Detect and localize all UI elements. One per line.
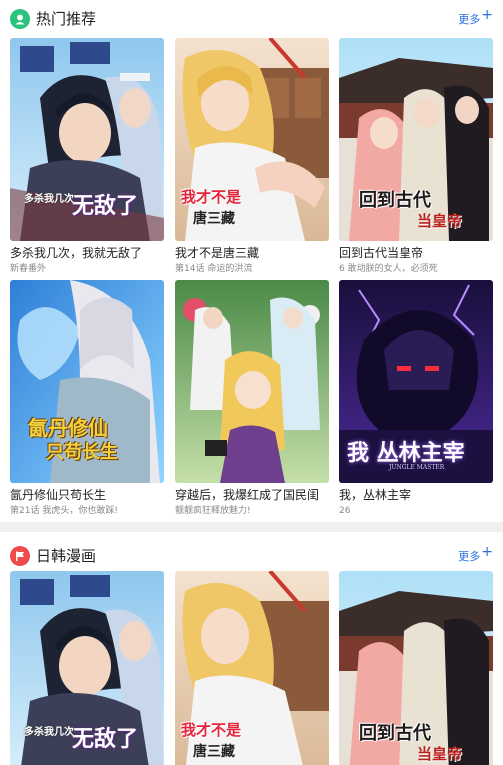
comic-title[interactable]: 我，丛林主宰 [339, 487, 499, 503]
japan-korea-icon [10, 546, 30, 566]
plus-icon: + [481, 7, 493, 23]
comic-latest-chapter: 6 敢动朕的女人，必须死 [339, 264, 438, 274]
comic-cover[interactable]: 无敌了 多杀我几次 [10, 571, 164, 765]
cover-subtitle: 唐三藏 [193, 211, 235, 227]
cover-subtitle: JUNGLE MASTER [389, 464, 445, 471]
cover-subtitle: 唐三藏 [193, 744, 235, 760]
cover-title: 我 丛林主宰 [347, 440, 465, 466]
section-title: 热门推荐 [36, 10, 97, 28]
cover-subtitle: 当皇帝 [417, 212, 463, 230]
comic-cover[interactable]: 我才不是 唐三藏 [175, 571, 329, 765]
cover-title: 无敌了 [72, 193, 139, 219]
cover-subtitle: 多杀我几次 [24, 727, 74, 738]
comic-title[interactable]: 多杀我几次，我就无敌了 [10, 245, 170, 261]
section-title: 日韩漫画 [36, 547, 97, 565]
comic-cover[interactable]: 我 丛林主宰 JUNGLE MASTER [339, 280, 493, 483]
cover-title: 回到古代 [359, 190, 431, 211]
comic-cover[interactable]: 回到古代 当皇帝 [339, 571, 493, 765]
comic-title[interactable]: 氤丹修仙只苟长生 [10, 487, 170, 503]
more-label: 更多 [458, 13, 481, 26]
comic-latest-chapter: 第21话 我虎头，你也敢踩! [10, 506, 118, 516]
comic-title[interactable]: 我才不是唐三藏 [175, 245, 335, 261]
comic-latest-chapter: 新春番外 [10, 264, 47, 274]
comic-title[interactable]: 穿越后，我爆红成了国民闺 [175, 487, 335, 503]
cover-title: 我才不是 [181, 721, 242, 739]
comic-cover[interactable] [175, 280, 329, 483]
plus-icon: + [481, 544, 493, 560]
comic-title[interactable]: 回到古代当皇帝 [339, 245, 499, 261]
hot-recommend-section: 热门推荐 更多+ 无敌了 多杀我几次 多杀我几次，我就无敌了 新春番外 我才不是… [0, 0, 503, 522]
cover-subtitle: 只苟长生 [46, 442, 118, 463]
more-label: 更多 [458, 550, 481, 563]
hot-recommend-icon [10, 9, 30, 29]
more-link[interactable]: 更多+ [458, 544, 493, 565]
japan-korea-comics-section: 日韩漫画 更多+ 无敌了 多杀我几次 我才不是 唐三藏 回到古代 当皇帝 [0, 532, 503, 765]
comic-cover[interactable]: 回到古代 当皇帝 [339, 38, 493, 241]
comic-cover[interactable]: 氤丹修仙 只苟长生 [10, 280, 164, 483]
section-header: 热门推荐 更多+ [0, 0, 503, 36]
cover-title: 回到古代 [359, 723, 431, 744]
comic-latest-chapter: 靓靓疯狂释放魅力! [175, 506, 251, 516]
cover-title: 我才不是 [181, 188, 242, 206]
more-link[interactable]: 更多+ [458, 7, 493, 28]
comic-cover[interactable]: 无敌了 多杀我几次 [10, 38, 164, 241]
cover-title: 无敌了 [72, 726, 139, 752]
cover-title: 氤丹修仙 [28, 416, 108, 440]
comic-latest-chapter: 26 [339, 506, 351, 516]
section-header: 日韩漫画 更多+ [0, 537, 503, 573]
cover-subtitle: 多杀我几次 [24, 194, 74, 205]
comic-latest-chapter: 第14话 命运的洪流 [175, 264, 253, 274]
comic-cover[interactable]: 我才不是 唐三藏 [175, 38, 329, 241]
cover-subtitle: 当皇帝 [417, 745, 463, 763]
